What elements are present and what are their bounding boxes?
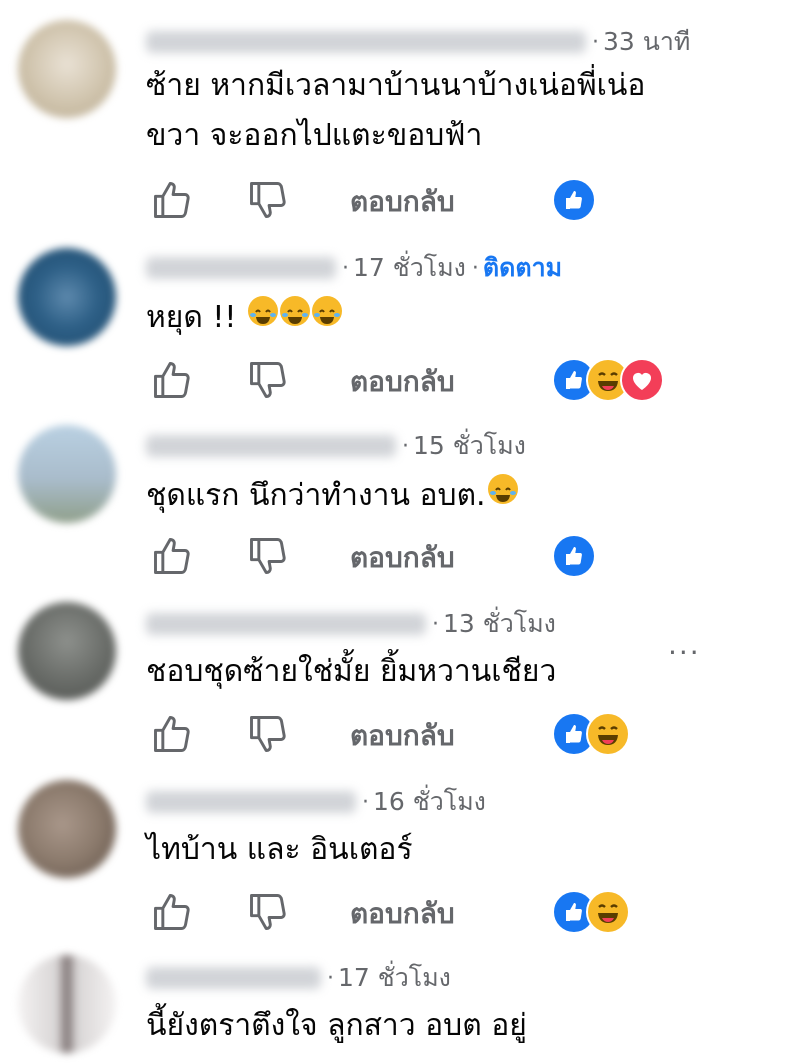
love-reaction-icon bbox=[620, 358, 664, 402]
comment-text: ขวา จะออกไปแตะขอบฟ้า bbox=[146, 118, 483, 153]
author-name[interactable] bbox=[146, 435, 396, 457]
thumbs-up-outline-icon[interactable] bbox=[150, 712, 194, 756]
timestamp[interactable]: 13 ชั่วโมง bbox=[443, 604, 556, 644]
avatar[interactable] bbox=[18, 425, 116, 523]
thumbs-up-outline-icon[interactable] bbox=[150, 534, 194, 578]
reply-button[interactable]: ตอบกลับ bbox=[350, 892, 455, 936]
reaction-summary[interactable] bbox=[552, 178, 596, 222]
reply-button[interactable]: ตอบกลับ bbox=[350, 360, 455, 404]
timestamp[interactable]: 15 ชั่วโมง bbox=[413, 426, 526, 466]
thumbs-down-outline-icon[interactable] bbox=[246, 178, 290, 222]
thumbs-down-outline-icon[interactable] bbox=[246, 534, 290, 578]
author-name[interactable] bbox=[146, 257, 336, 279]
rolling-laughing-emoji-icon bbox=[279, 296, 310, 326]
timestamp[interactable]: 17 ชั่วโมง bbox=[338, 958, 451, 998]
timestamp[interactable]: 16 ชั่วโมง bbox=[373, 782, 486, 822]
comment-header: · 17 ชั่วโมง bbox=[146, 962, 451, 994]
haha-reaction-icon bbox=[586, 890, 630, 934]
comment-header: · 17 ชั่วโมง · ติดตาม bbox=[146, 252, 562, 284]
timestamp[interactable]: 33 นาที bbox=[603, 22, 690, 62]
comment-actions: ตอบกลับ bbox=[146, 534, 800, 578]
reaction-summary[interactable] bbox=[552, 890, 630, 934]
thumbs-down-outline-icon[interactable] bbox=[246, 712, 290, 756]
haha-reaction-icon bbox=[586, 712, 630, 756]
reaction-summary[interactable] bbox=[552, 712, 630, 756]
comment-text: ชอบชุดซ้ายใช่มั้ย ยิ้มหวานเชียว bbox=[146, 654, 557, 689]
comment-text: ชุดแรก นึกว่าทำงาน อบต. bbox=[146, 470, 518, 522]
author-name[interactable] bbox=[146, 967, 321, 989]
rolling-laughing-emoji-icon bbox=[487, 474, 518, 504]
thumbs-up-outline-icon[interactable] bbox=[150, 890, 194, 934]
like-reaction-icon bbox=[552, 178, 596, 222]
thumbs-down-outline-icon[interactable] bbox=[246, 890, 290, 934]
comment-text: นี้ยังตราตึงใจ ลูกสาว อบต อยู่ bbox=[146, 1008, 527, 1043]
comment-header: · 15 ชั่วโมง bbox=[146, 430, 526, 462]
avatar[interactable] bbox=[18, 248, 116, 346]
comment-text: ไทบ้าน และ อินเตอร์ bbox=[146, 832, 413, 867]
author-name[interactable] bbox=[146, 791, 356, 813]
avatar[interactable] bbox=[18, 602, 116, 700]
avatar[interactable] bbox=[18, 955, 116, 1053]
timestamp[interactable]: 17 ชั่วโมง bbox=[353, 248, 466, 288]
thumbs-up-outline-icon[interactable] bbox=[150, 178, 194, 222]
rolling-laughing-emoji-icon bbox=[311, 296, 342, 326]
comment-actions: ตอบกลับ bbox=[146, 712, 800, 756]
comment-header: · 16 ชั่วโมง bbox=[146, 786, 486, 818]
comment-header: · 13 ชั่วโมง bbox=[146, 608, 556, 640]
reply-button[interactable]: ตอบกลับ bbox=[350, 180, 455, 224]
author-name[interactable] bbox=[146, 31, 586, 53]
comment-text: ซ้าย หากมีเวลามาบ้านนาบ้างเน่อพี่เน่อ bbox=[146, 68, 646, 103]
reaction-summary[interactable] bbox=[552, 358, 664, 402]
comment-text: หยุด !! bbox=[146, 292, 342, 344]
comment-actions: ตอบกลับ bbox=[146, 358, 800, 402]
reply-button[interactable]: ตอบกลับ bbox=[350, 714, 455, 758]
author-name[interactable] bbox=[146, 613, 426, 635]
rolling-laughing-emoji-icon bbox=[247, 296, 278, 326]
comment-actions: ตอบกลับ bbox=[146, 178, 800, 222]
avatar[interactable] bbox=[18, 780, 116, 878]
reaction-summary[interactable] bbox=[552, 534, 596, 578]
reply-button[interactable]: ตอบกลับ bbox=[350, 536, 455, 580]
comment-header: · 33 นาที bbox=[146, 26, 690, 58]
thumbs-down-outline-icon[interactable] bbox=[246, 358, 290, 402]
more-options-icon[interactable]: ··· bbox=[668, 636, 701, 669]
like-reaction-icon bbox=[552, 534, 596, 578]
thumbs-up-outline-icon[interactable] bbox=[150, 358, 194, 402]
comment-actions: ตอบกลับ bbox=[146, 890, 800, 934]
avatar[interactable] bbox=[18, 20, 116, 118]
follow-button[interactable]: ติดตาม bbox=[483, 248, 562, 288]
